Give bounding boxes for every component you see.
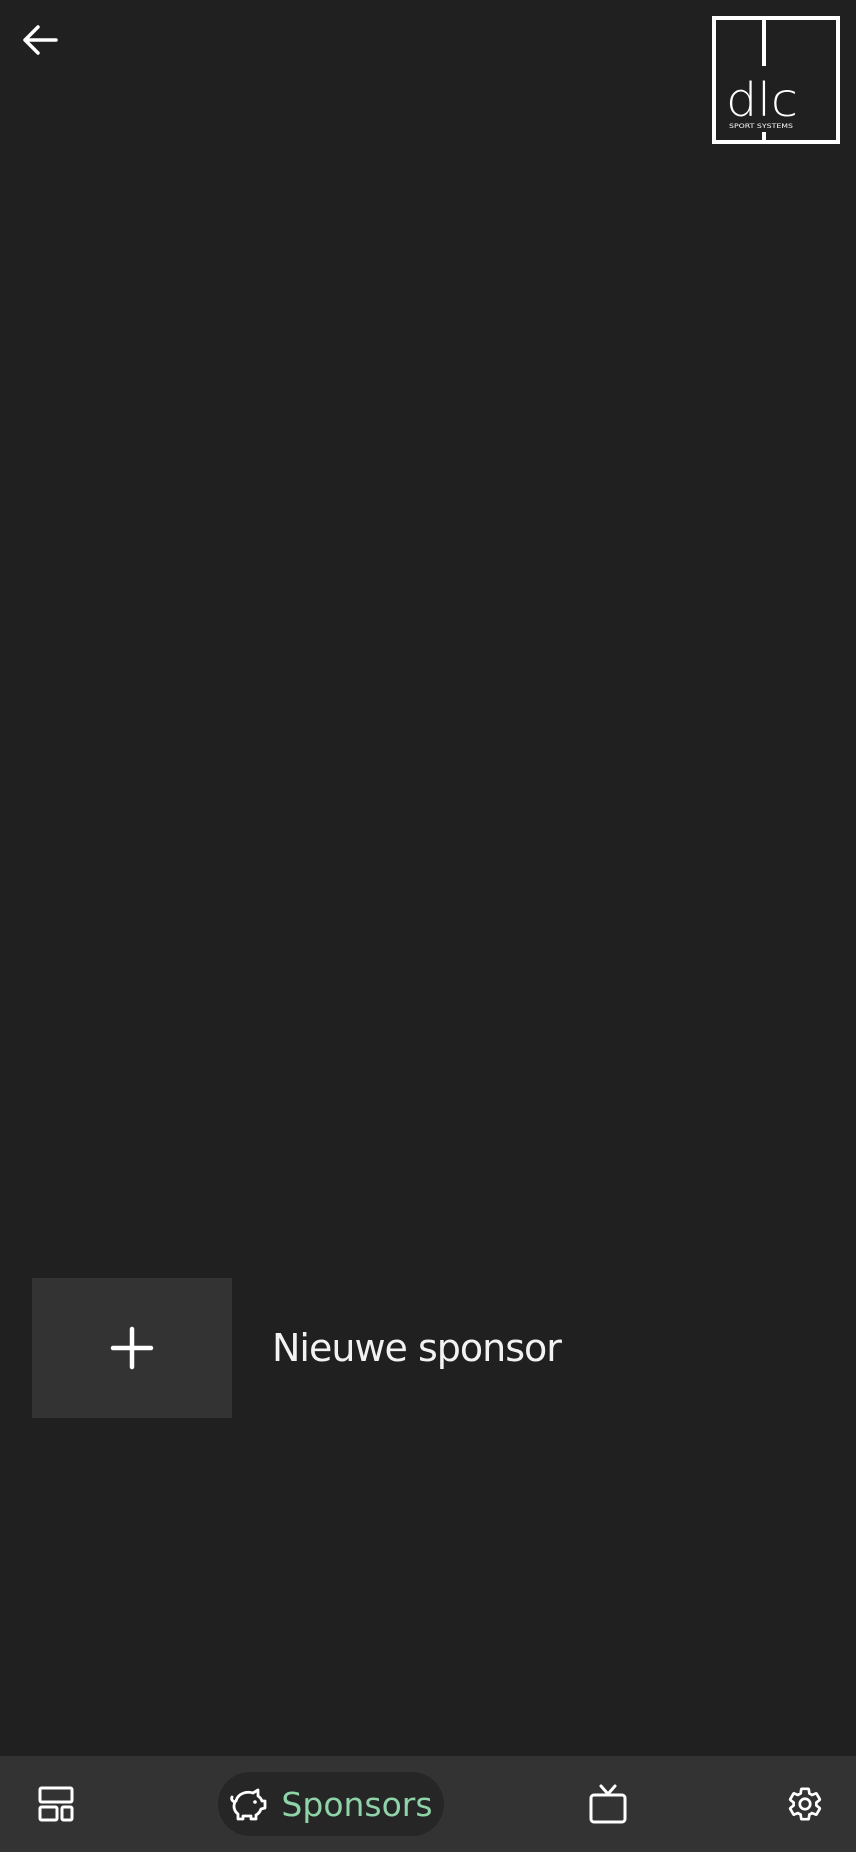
new-sponsor-label: Nieuwe sponsor [272, 1326, 562, 1370]
logo-tagline: SPORT SYSTEMS [729, 122, 793, 130]
piggy-bank-icon [230, 1788, 267, 1821]
nav-sponsors-label: Sponsors [281, 1784, 433, 1824]
gear-icon [788, 1787, 822, 1821]
tv-icon [589, 1784, 627, 1824]
plus-icon [110, 1326, 154, 1370]
dashboard-layout-icon [38, 1786, 74, 1822]
arrow-left-icon [23, 25, 58, 55]
new-sponsor-button[interactable]: Nieuwe sponsor [32, 1278, 732, 1418]
logo-name: dlc [726, 73, 798, 127]
nav-settings[interactable] [773, 1772, 837, 1836]
bottom-navigation: Sponsors [0, 1756, 856, 1852]
nav-sponsors[interactable]: Sponsors [218, 1772, 444, 1836]
dlc-logo: dlc SPORT SYSTEMS [712, 16, 840, 144]
nav-dashboard[interactable] [24, 1772, 88, 1836]
nav-tv[interactable] [576, 1772, 640, 1836]
add-sponsor-tile[interactable] [32, 1278, 232, 1418]
back-button[interactable] [16, 16, 64, 64]
